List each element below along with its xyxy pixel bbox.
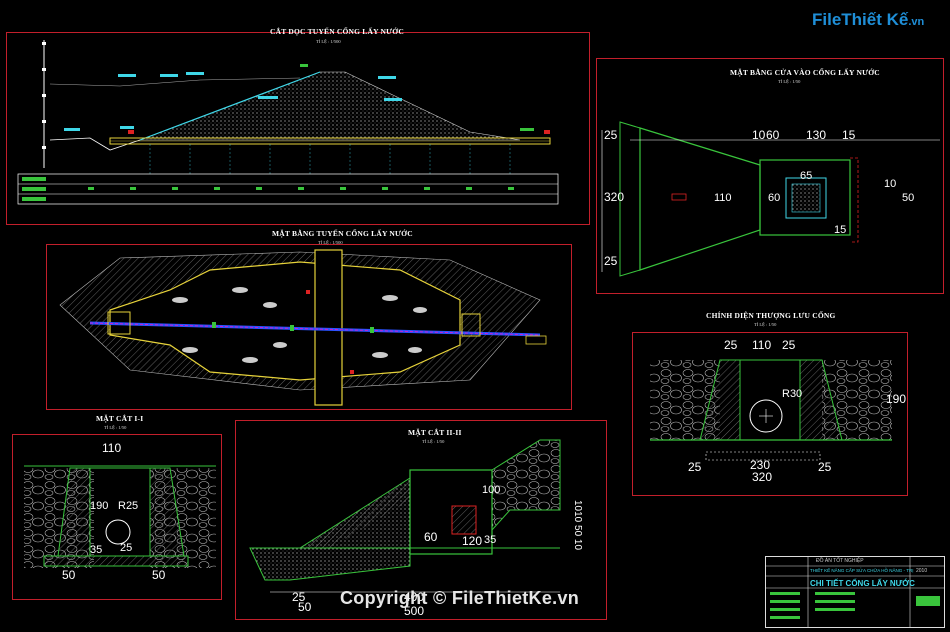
section1-dim-110: 110: [102, 441, 122, 455]
inlet-dim-25b: 25: [604, 254, 618, 268]
upstream-dim-320: 320: [752, 470, 773, 484]
section1-dim-50b: 50: [152, 568, 166, 582]
section2-dim-100: 100: [482, 484, 501, 496]
section1-dim-r25: R25: [118, 500, 139, 512]
upstream-dim-25c: 25: [688, 460, 702, 474]
upstream-dim-25a: 25: [724, 338, 738, 352]
inlet-dim-10b: 10: [884, 178, 897, 190]
inlet-dim-50: 50: [902, 192, 915, 204]
plan-view: [59, 249, 547, 406]
copyright-watermark: Copyright © FileThietKe.vn: [340, 588, 580, 608]
upstream-elevation: [650, 359, 892, 461]
upstream-dim-r30: R30: [782, 388, 803, 400]
section2-dim-50: 50: [298, 600, 312, 614]
upstream-dim-110: 110: [752, 338, 772, 352]
inlet-dim-60b: 60: [768, 192, 781, 204]
section2-side-dims: 1010 50 10: [572, 500, 583, 551]
inlet-dim-60: 60: [766, 128, 780, 142]
section1-dim-50a: 50: [62, 568, 76, 582]
section2-dim-60: 60: [424, 530, 438, 544]
inlet-dim-10: 10: [752, 128, 766, 142]
upstream-dim-190: 190: [886, 392, 907, 406]
inlet-dim-15b: 15: [834, 224, 847, 236]
title-block: ĐỒ ÁN TỐT NGHIỆP THIẾT KẾ NÂNG CẤP SỬA C…: [765, 556, 945, 628]
section2: [249, 439, 561, 593]
inlet-dim-25a: 25: [604, 128, 618, 142]
section1-dim-190: 190: [90, 500, 109, 512]
upstream-dim-25b: 25: [782, 338, 796, 352]
title-block-drawing-title: CHI TIẾT CỐNG LẤY NƯỚC: [810, 579, 915, 588]
inlet-dim-110: 110: [714, 192, 732, 204]
title-block-header: ĐỒ ÁN TỐT NGHIỆP: [816, 558, 864, 564]
inlet-dim-15: 15: [842, 128, 856, 142]
inlet-dim-130: 130: [806, 128, 827, 142]
longitudinal-section: [17, 40, 559, 205]
upstream-dim-25d: 25: [818, 460, 832, 474]
section1-dim-35: 35: [90, 544, 103, 556]
title-block-sheet: 2010: [916, 568, 928, 574]
section2-dim-120: 120: [462, 534, 483, 548]
inlet-dim-320: 320: [604, 190, 625, 204]
title-block-project: THIẾT KẾ NÂNG CẤP SỬA CHỮA HỒ NÂNG - TRỊ: [810, 568, 914, 573]
inlet-dim-65: 65: [800, 170, 813, 182]
section2-dim-35: 35: [484, 534, 497, 546]
section1-dim-25: 25: [120, 542, 133, 554]
